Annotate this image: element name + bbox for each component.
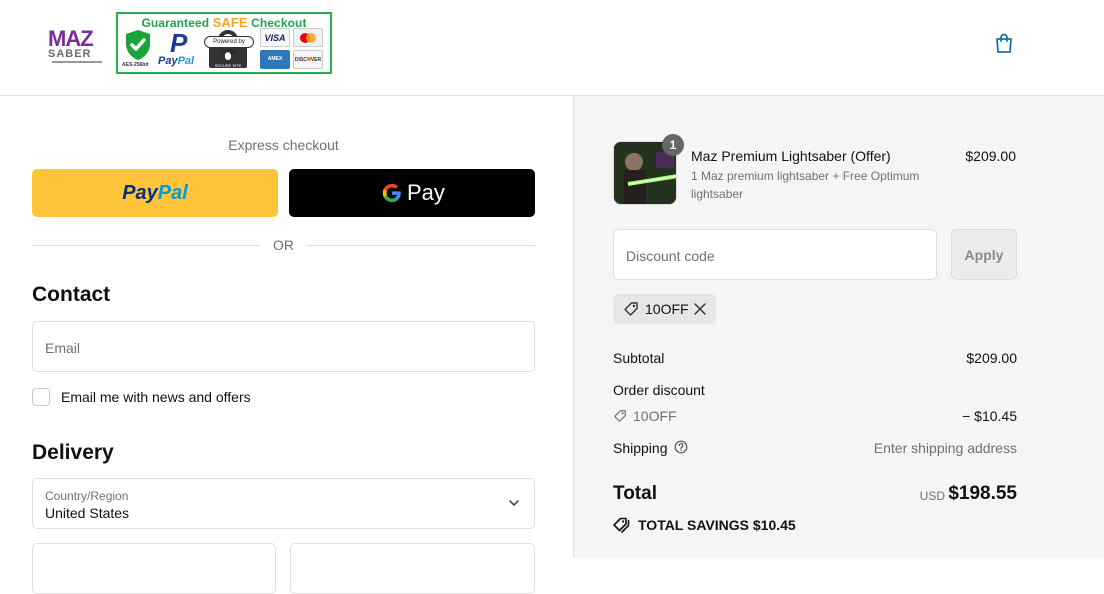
shopping-bag-icon[interactable] [993,32,1015,54]
first-name-field[interactable] [32,543,276,594]
tags-icon [613,517,630,533]
total-label: Total [613,483,657,504]
news-offers-checkbox[interactable] [32,388,50,406]
product-title: Maz Premium Lightsaber (Offer) [691,148,891,164]
or-text: OR [273,237,294,253]
news-offers-label[interactable]: Email me with news and offers [61,389,251,405]
or-divider: OR [32,237,535,253]
total-row: Total USD $198.55 [613,483,1017,507]
subtotal-label: Subtotal [613,350,665,366]
order-discount-label: Order discount [613,382,705,398]
tag-icon [624,302,638,316]
paypal-badge-pal: Pal [177,55,195,67]
subtotal-value: $209.00 [966,350,1017,366]
savings-value: $10.45 [752,517,796,533]
quantity-badge: 1 [662,134,684,156]
visa-icon: VISA [260,28,290,47]
secure-site-text: SECURE SITE [214,63,242,68]
discount-code-label: 10OFF [633,408,677,424]
country-label: Country/Region [45,489,129,503]
paypal-badge: P PayPal [158,28,202,68]
savings-label: TOTAL SAVINGS [638,517,749,533]
order-summary: 1 Maz Premium Lightsaber (Offer) 1 Maz p… [573,96,1104,558]
chevron-down-icon [509,500,519,506]
total-value: $198.55 [948,483,1017,504]
header: MAZ SABER Guaranteed SAFE Checkout AES-2… [0,0,1104,96]
contact-heading: Contact [32,283,111,306]
email-placeholder: Email [45,340,81,356]
country-select[interactable]: Country/Region United States [32,478,535,529]
product-price: $209.00 [965,148,1016,164]
discount-value: − $10.45 [962,408,1017,424]
savings-text: TOTAL SAVINGS $10.45 [638,517,796,533]
shipping-label: Shipping [613,440,668,456]
delivery-heading: Delivery [32,441,114,464]
paypal-button-pay: Pay [122,182,158,204]
logo-tagline [52,61,102,63]
applied-discount-chip: 10OFF [613,294,716,324]
amex-icon: AMEX [260,50,290,69]
paypal-badge-pay: Pay [158,55,178,67]
shield-code: AES-256bit [122,62,149,68]
shield-check-icon [126,30,150,60]
product-variant: 1 Maz premium lightsaber + Free Optimum … [691,169,920,201]
mastercard-icon [293,28,323,47]
shipping-value: Enter shipping address [873,440,1017,456]
discount-placeholder: Discount code [626,248,715,264]
email-field[interactable]: Email [32,321,535,372]
applied-code: 10OFF [645,301,689,317]
tag-icon [614,410,626,422]
google-pay-label: Pay [407,180,445,205]
discover-icon: DISC VER [293,50,323,69]
currency-code: USD [919,489,945,503]
paypal-button-pal: Pal [157,182,188,204]
stripe-text: Powered by stripe [204,36,254,55]
google-pay-button[interactable]: Pay [289,169,535,217]
paypal-button[interactable]: PayPal [32,169,278,217]
last-name-field[interactable] [290,543,535,594]
paypal-badge-text: PayPal [158,55,194,67]
safe-checkout-badge: Guaranteed SAFE Checkout AES-256bit P Pa… [116,12,332,74]
stripe-secure-badge: Powered by stripe SECURE SITE [204,28,254,70]
checkout-form: Express checkout PayPal Pay OR Contact E… [0,96,573,594]
subtotal-row: Subtotal $209.00 [613,350,1017,366]
apply-button[interactable]: Apply [951,229,1017,280]
card-logos: VISA AMEX DISC VER [260,28,324,70]
express-checkout-label: Express checkout [228,137,339,153]
close-icon[interactable] [693,302,707,316]
discount-code-field[interactable]: Discount code [613,229,937,280]
google-g-icon [382,183,401,203]
shipping-row: Shipping Enter shipping address [613,440,1017,456]
logo-bottom-text: SABER [48,48,92,60]
order-discount-row: Order discount [613,382,1017,398]
maz-saber-logo[interactable]: MAZ SABER [46,24,106,68]
help-icon[interactable] [674,440,688,454]
country-value: United States [45,505,130,521]
